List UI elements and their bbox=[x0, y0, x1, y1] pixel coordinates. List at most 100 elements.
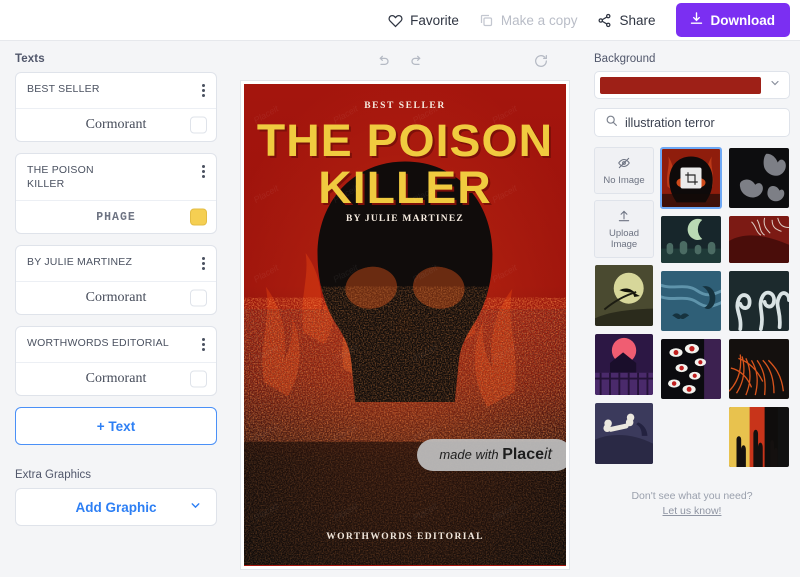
no-image-label: No Image bbox=[603, 174, 645, 186]
thumbnail-fire-hands[interactable] bbox=[728, 406, 790, 468]
text-card-style-row[interactable]: Cormorant bbox=[16, 362, 216, 395]
copy-icon bbox=[479, 13, 494, 28]
text-color-swatch[interactable] bbox=[190, 116, 207, 134]
thumbnail-many-eyes[interactable] bbox=[660, 338, 722, 400]
poster-title-line-1: THE POISON bbox=[256, 115, 554, 166]
background-color-swatch bbox=[600, 76, 761, 94]
let-us-know-link[interactable]: Let us know! bbox=[594, 505, 790, 517]
poster-canvas[interactable]: Placeit Placeit Placeit Placeit Placeit … bbox=[240, 80, 570, 570]
text-card-menu-icon[interactable] bbox=[199, 82, 208, 99]
right-sidebar: Background illustration terror No Image … bbox=[584, 41, 800, 577]
text-card-menu-icon[interactable] bbox=[199, 255, 208, 272]
text-card-header[interactable]: BY JULIE MARTINEZ bbox=[16, 246, 216, 281]
eye-off-icon bbox=[617, 156, 631, 173]
text-card[interactable]: WORTHWORDS EDITORIAL Cormorant bbox=[15, 326, 217, 396]
add-graphic-button[interactable]: Add Graphic bbox=[15, 488, 217, 526]
text-card-content: BY JULIE MARTINEZ bbox=[27, 256, 133, 268]
placeit-editor: Favorite Make a copy Share Download Text… bbox=[0, 0, 800, 577]
crop-icon[interactable] bbox=[680, 167, 702, 189]
no-image-button[interactable]: No Image bbox=[594, 147, 655, 194]
upload-icon bbox=[617, 209, 631, 226]
placeit-brand: Place bbox=[502, 446, 544, 463]
poster-publisher-text[interactable]: WORTHWORDS EDITORIAL bbox=[244, 532, 566, 542]
thumb-column-1: No Image Upload Image bbox=[594, 147, 655, 468]
left-sidebar: Texts BEST SELLER Cormorant THE POISON K… bbox=[0, 41, 232, 577]
text-card-style-row[interactable]: Cormorant bbox=[16, 281, 216, 314]
texts-section-label: Texts bbox=[15, 53, 45, 65]
font-name-label: Cormorant bbox=[85, 117, 147, 132]
favorite-button[interactable]: Favorite bbox=[378, 8, 469, 33]
background-search-box[interactable] bbox=[594, 108, 790, 137]
add-text-button[interactable]: + Text bbox=[15, 407, 217, 445]
chevron-down-icon bbox=[769, 76, 781, 94]
text-card-content: THE POISON KILLER bbox=[27, 164, 94, 190]
text-card[interactable]: THE POISON KILLER PHAGE bbox=[15, 153, 217, 234]
download-label: Download bbox=[710, 12, 776, 28]
text-card-style-row[interactable]: PHAGE bbox=[16, 200, 216, 233]
undo-icon[interactable] bbox=[370, 48, 396, 74]
thumb-column-2 bbox=[660, 147, 723, 468]
text-card-header[interactable]: WORTHWORDS EDITORIAL bbox=[16, 327, 216, 362]
text-card-style-row[interactable]: Cormorant bbox=[16, 108, 216, 141]
download-button[interactable]: Download bbox=[675, 3, 790, 37]
add-text-label: + Text bbox=[96, 418, 136, 434]
text-color-swatch[interactable] bbox=[190, 208, 207, 226]
text-card-content: WORTHWORDS EDITORIAL bbox=[27, 337, 169, 349]
poster-best-seller-text[interactable]: BEST SELLER bbox=[244, 101, 566, 111]
background-section-label: Background bbox=[594, 53, 656, 65]
placeit-brand-suffix: it bbox=[544, 446, 552, 463]
font-name-label: PHAGE bbox=[96, 210, 136, 224]
thumbnail-pink-moon-house[interactable] bbox=[594, 333, 654, 396]
text-color-swatch[interactable] bbox=[190, 289, 207, 307]
thumbnail-red-roots[interactable] bbox=[728, 215, 790, 264]
search-icon bbox=[605, 114, 618, 132]
top-toolbar: Favorite Make a copy Share Download bbox=[0, 0, 800, 41]
poster-title-line-2: KILLER bbox=[318, 162, 492, 213]
made-with-placeit-badge: made with Placeit bbox=[417, 439, 566, 471]
poster-title-text[interactable]: THE POISON KILLER bbox=[244, 117, 566, 211]
thumbnail-crow-moon[interactable] bbox=[594, 264, 654, 327]
download-icon bbox=[689, 11, 704, 29]
text-card[interactable]: BEST SELLER Cormorant bbox=[15, 72, 217, 142]
text-card-header[interactable]: THE POISON KILLER bbox=[16, 154, 216, 200]
redo-icon[interactable] bbox=[404, 48, 430, 74]
chevron-down-icon bbox=[189, 499, 202, 515]
share-button[interactable]: Share bbox=[587, 8, 665, 33]
favorite-label: Favorite bbox=[410, 12, 459, 28]
thumbnail-orange-branches[interactable] bbox=[728, 338, 790, 400]
thumbnail-bone-dog[interactable] bbox=[594, 402, 654, 465]
text-color-swatch[interactable] bbox=[190, 370, 207, 388]
thumbnail-graveyard-moon[interactable] bbox=[660, 215, 722, 264]
make-a-copy-button[interactable]: Make a copy bbox=[469, 8, 588, 33]
thumb-column-3 bbox=[728, 147, 790, 468]
footnote-question: Don't see what you need? bbox=[631, 490, 753, 502]
share-label: Share bbox=[619, 12, 656, 28]
background-thumbnail-grid: No Image Upload Image bbox=[594, 147, 790, 468]
upload-image-button[interactable]: Upload Image bbox=[594, 200, 655, 258]
text-card-menu-icon[interactable] bbox=[199, 163, 208, 180]
add-graphic-label: Add Graphic bbox=[75, 499, 157, 515]
thumbnail-blue-swirl-bats[interactable] bbox=[660, 270, 722, 332]
heart-icon bbox=[388, 13, 403, 28]
refresh-icon[interactable] bbox=[528, 48, 554, 74]
request-footnote: Don't see what you need? Let us know! bbox=[594, 490, 790, 517]
text-card-content: BEST SELLER bbox=[27, 83, 100, 95]
canvas-action-bar bbox=[232, 41, 584, 80]
thumbnail-white-smoke-tentacles[interactable] bbox=[728, 270, 790, 332]
poster-artwork[interactable]: Placeit Placeit Placeit Placeit Placeit … bbox=[244, 84, 566, 566]
share-icon bbox=[597, 13, 612, 28]
text-card[interactable]: BY JULIE MARTINEZ Cormorant bbox=[15, 245, 217, 315]
text-card-menu-icon[interactable] bbox=[199, 336, 208, 353]
thumbnail-skull-flames[interactable] bbox=[660, 147, 723, 209]
made-with-label: made with bbox=[439, 447, 499, 462]
make-a-copy-label: Make a copy bbox=[500, 12, 578, 28]
search-input[interactable] bbox=[625, 115, 786, 130]
poster-author-text[interactable]: BY JULIE MARTINEZ bbox=[244, 214, 566, 224]
background-color-select[interactable] bbox=[594, 71, 790, 99]
upload-image-label: Upload Image bbox=[608, 227, 640, 250]
extra-graphics-label: Extra Graphics bbox=[15, 469, 92, 481]
font-name-label: Cormorant bbox=[85, 290, 147, 305]
thumbnail-grey-hands[interactable] bbox=[728, 147, 790, 209]
font-name-label: Cormorant bbox=[85, 371, 147, 386]
text-card-header[interactable]: BEST SELLER bbox=[16, 73, 216, 108]
